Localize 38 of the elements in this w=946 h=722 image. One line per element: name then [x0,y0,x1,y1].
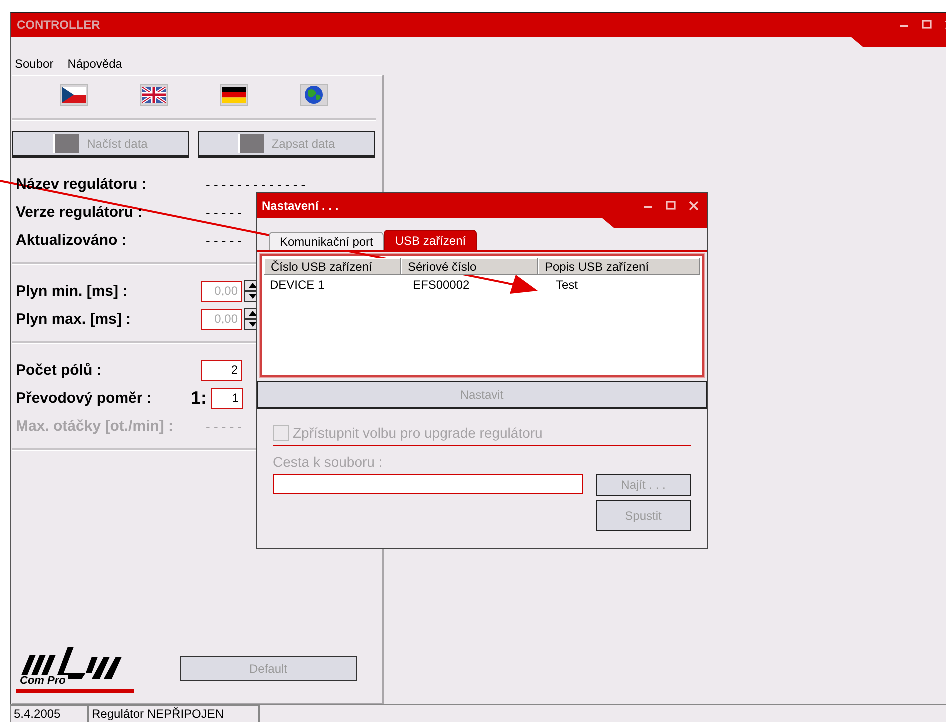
number-field[interactable]: 1 [211,388,243,408]
menu-item[interactable]: Soubor [15,57,54,71]
field-label: Verze regulátoru : [16,204,144,220]
status-text: 5.4.2005 [10,705,88,722]
field-value: - - - - - - - - - - - - - [206,176,306,192]
tab[interactable]: USB zařízení [384,230,478,250]
table-cell-text: EFS00002 [412,277,471,292]
field-label: Aktualizováno : [16,232,128,248]
close-icon[interactable] [689,200,699,210]
path-label: Cesta k souboru : [273,454,383,470]
field-value: - - - - - [206,232,242,248]
column-header[interactable]: Popis USB zařízení [538,258,700,275]
field-label: Plyn min. [ms] : [16,282,129,300]
column-header[interactable]: Číslo USB zařízení [264,258,401,275]
field-label: Max. otáčky [ot./min] : [16,418,175,434]
dialog-title: Nastavení . . . [262,198,339,212]
field-value: - - - - - [206,418,242,434]
table-cell-text: Test [555,277,580,292]
field-label: Název regulátoru : [16,176,148,192]
maximize-icon[interactable] [666,200,676,210]
company-logo: Com Pro [16,645,134,693]
globe-icon[interactable] [300,84,328,106]
menu-item[interactable]: Nápověda [68,57,122,71]
field-value: - - - - - [206,204,242,220]
status-text: Regulátor NEPŘIPOJEN [88,705,259,722]
german-flag-icon[interactable] [220,84,248,106]
path-field[interactable] [273,474,583,494]
uk-flag-icon[interactable] [140,84,168,106]
table-cell-text: DEVICE 1 [269,277,326,292]
window-title: CONTROLLER [17,18,100,32]
number-field[interactable]: 2 [201,360,242,380]
field-label: Plyn max. [ms] : [16,310,132,328]
field-label: Počet pólů : [16,362,103,378]
ratio-prefix: 1: [191,388,208,408]
column-header[interactable]: Sériové číslo [401,258,538,275]
maximize-icon[interactable] [922,20,932,30]
tab[interactable]: Komunikační port [269,232,384,250]
czech-flag-icon[interactable] [60,84,88,106]
